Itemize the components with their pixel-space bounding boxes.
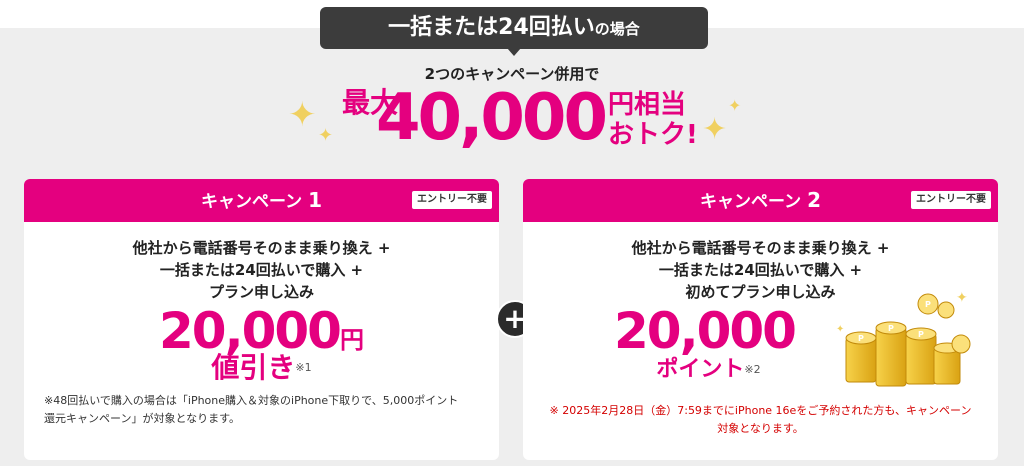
coin-stack-icon: P P P P ✦ ✦ <box>836 290 971 387</box>
campaign-header-2: キャンペーン 2 エントリー不要 <box>523 179 998 222</box>
sparkle-icon: ✦ <box>728 96 742 115</box>
reservation-footnote: ※ 2025年2月28日（金）7:59までにiPhone 16eをご予約された方… <box>533 402 988 438</box>
tab-pointer <box>507 48 521 56</box>
headline-suffix-line1: 円相当 <box>608 90 687 120</box>
campaign-conditions: 他社から電話番号そのまま乗り換え + 一括または24回払いで購入 + プラン申し… <box>24 237 499 303</box>
campaign-title: キャンペーン <box>700 192 802 212</box>
entry-not-required-badge: エントリー不要 <box>911 191 991 209</box>
headline-suffix: 円相当 おトク! <box>608 90 698 150</box>
condition-line: プラン申し込み <box>208 283 314 301</box>
condition-line: 他社から電話番号そのまま乗り換え + <box>132 239 391 257</box>
headline-max-label: 最大 <box>342 86 399 119</box>
payment-method-tab: 一括または24回払いの場合 <box>320 7 708 49</box>
campaign-number: 1 <box>308 188 322 212</box>
footnote-marker: ※1 <box>295 361 312 374</box>
discount-label: 値引き※1 <box>24 351 499 389</box>
footnote-line: ※48回払いで購入の場合は「iPhone購入＆対象のiPhone下取りで、5,0… <box>44 394 459 407</box>
max-savings-headline: 最大 40,000 円相当 おトク! <box>340 81 700 156</box>
headline-suffix-line2: おトク! <box>608 120 698 150</box>
discount-text: 値引き <box>211 351 296 384</box>
tab-suffix-text: の場合 <box>594 20 640 38</box>
campaign-card-1: キャンペーン 1 エントリー不要 他社から電話番号そのまま乗り換え + 一括また… <box>24 179 499 460</box>
footnote-line: 還元キャンペーン」が対象となります。 <box>44 412 241 425</box>
campaign-header-1: キャンペーン 1 エントリー不要 <box>24 179 499 222</box>
sparkle-icon: ✦ <box>318 125 334 146</box>
footnote-line: 対象となります。 <box>717 422 804 435</box>
points-text: ポイント <box>656 357 745 382</box>
condition-line: 一括または24回払いで購入 + <box>658 261 863 279</box>
condition-line: 他社から電話番号そのまま乗り換え + <box>631 239 890 257</box>
footnote-marker: ※2 <box>744 363 761 376</box>
svg-text:✦: ✦ <box>836 324 844 335</box>
svg-text:✦: ✦ <box>956 290 968 306</box>
points-number: 20,000 <box>614 302 797 360</box>
headline-amount: 40,000 <box>376 81 608 155</box>
discount-unit: 円 <box>339 326 364 354</box>
svg-text:P: P <box>858 334 864 343</box>
footnote-line: ※ 2025年2月28日（金）7:59までにiPhone 16eをご予約された方… <box>549 404 972 417</box>
sparkle-icon: ✦ <box>702 112 728 147</box>
svg-text:P: P <box>888 324 894 333</box>
svg-text:P: P <box>918 330 924 339</box>
tab-main-text: 一括または24回払い <box>388 15 595 40</box>
campaign-title: キャンペーン <box>201 192 303 212</box>
sparkle-icon: ✦ <box>288 95 317 135</box>
campaign-number: 2 <box>807 188 821 212</box>
svg-text:P: P <box>925 300 931 309</box>
campaign-footnote: ※48回払いで購入の場合は「iPhone購入＆対象のiPhone下取りで、5,0… <box>44 392 494 428</box>
condition-line: 一括または24回払いで購入 + <box>159 261 364 279</box>
entry-not-required-badge: エントリー不要 <box>412 191 492 209</box>
